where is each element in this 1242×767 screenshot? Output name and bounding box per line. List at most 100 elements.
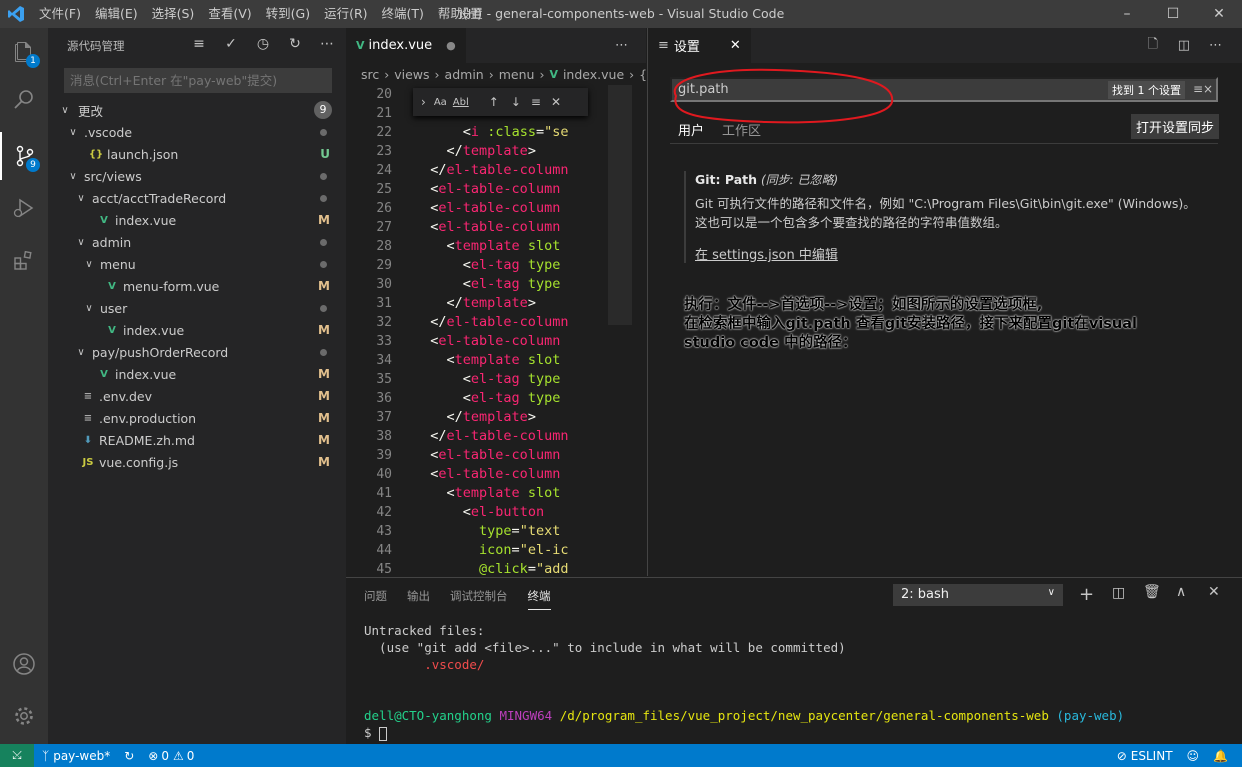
close-find-icon[interactable]: ✕ <box>551 95 561 109</box>
menu-selection[interactable]: 选择(S) <box>145 0 202 28</box>
unsaved-dot-icon[interactable]: ● <box>446 39 456 52</box>
tree-item[interactable]: ∨ menu <box>48 253 346 275</box>
terminal-line-untracked: .vscode/ <box>364 657 485 672</box>
eslint-status[interactable]: ESLINT <box>1131 749 1173 763</box>
tree-item[interactable]: ⬇ README.zh.md M <box>48 429 346 451</box>
tree-item[interactable]: ∨ user <box>48 297 346 319</box>
tree-item[interactable]: ∨ admin <box>48 231 346 253</box>
explorer-icon[interactable]: 1 <box>0 28 48 76</box>
tree-item[interactable]: Vindex.vue M <box>48 209 346 231</box>
tree-item[interactable]: Vindex.vue M <box>48 363 346 385</box>
tree-item[interactable]: ∨ .vscode <box>48 121 346 143</box>
breadcrumb-admin[interactable]: admin <box>445 67 484 82</box>
warning-icon[interactable]: ⚠ <box>173 749 184 763</box>
env-file-icon: ≡ <box>83 390 93 402</box>
tab-output[interactable]: 输出 <box>407 588 430 610</box>
tree-item[interactable]: ∨ pay/pushOrderRecord <box>48 341 346 363</box>
tree-item[interactable]: {} launch.json U <box>48 143 346 165</box>
tab-problems[interactable]: 问题 <box>364 588 387 610</box>
menu-edit[interactable]: 编辑(E) <box>88 0 145 28</box>
menu-file[interactable]: 文件(F) <box>32 0 88 28</box>
whole-word-button[interactable]: Abl <box>453 97 469 108</box>
maximize-panel-icon[interactable]: ∧ <box>1176 584 1186 600</box>
warning-count[interactable]: 0 <box>187 749 195 763</box>
code-content[interactable]: <i :class="se </template> </el-table-col… <box>414 85 599 579</box>
run-debug-icon[interactable] <box>0 184 48 232</box>
open-settings-json-icon[interactable]: 🗋 <box>1148 35 1158 57</box>
commit-message-input[interactable] <box>64 68 332 93</box>
split-terminal-icon[interactable]: ◫ <box>1112 585 1125 601</box>
chevron-down-icon: ∨ <box>1047 587 1055 598</box>
branch-name[interactable]: pay-web* <box>53 749 110 763</box>
menu-help[interactable]: 帮助(H) <box>431 0 489 28</box>
tree-item[interactable]: Vmenu-form.vue M <box>48 275 346 297</box>
vue-file-icon: V <box>356 39 365 52</box>
previous-match-icon[interactable]: ↑ <box>489 95 499 109</box>
tree-item[interactable]: ≡ .env.production M <box>48 407 346 429</box>
search-icon[interactable] <box>0 76 48 124</box>
tree-item[interactable]: ∨ acct/acctTradeRecord <box>48 187 346 209</box>
close-panel-icon[interactable]: ✕ <box>1208 584 1220 600</box>
commit-check-icon[interactable]: ✓ <box>222 36 240 52</box>
menu-view[interactable]: 查看(V) <box>201 0 258 28</box>
breadcrumb-views[interactable]: views <box>394 67 429 82</box>
maximize-icon[interactable]: ☐ <box>1150 0 1196 28</box>
edit-in-settings-json-link[interactable]: 在 settings.json 中编辑 <box>695 244 1204 263</box>
split-editor-icon[interactable]: ◫ <box>1178 38 1190 53</box>
editor-more-icon[interactable]: ⋯ <box>615 38 628 53</box>
changes-group[interactable]: ∨ 更改 9 <box>48 99 346 121</box>
more-actions-icon[interactable]: ⋯ <box>318 36 336 52</box>
line-number: 23 <box>376 144 392 159</box>
remote-indicator-icon[interactable]: ⤩ <box>0 744 34 767</box>
terminal-output[interactable]: Untracked files: (use "git add <file>...… <box>364 622 1124 741</box>
new-terminal-icon[interactable]: + <box>1079 584 1094 605</box>
trash-icon[interactable]: 🗑 <box>1143 584 1161 600</box>
feedback-icon[interactable]: ☺ <box>1187 749 1200 763</box>
source-control-icon[interactable]: 9 <box>0 132 48 180</box>
sync-icon[interactable]: ↻ <box>124 749 134 763</box>
clear-filter-icon[interactable]: ≡× <box>1193 82 1213 96</box>
open-settings-sync-button[interactable]: 打开设置同步 <box>1131 114 1220 139</box>
tree-item-label: vue.config.js <box>99 454 179 470</box>
menu-run[interactable]: 运行(R) <box>317 0 374 28</box>
tree-item[interactable]: ≡ .env.dev M <box>48 385 346 407</box>
tab-workspace-settings[interactable]: 工作区 <box>722 120 761 144</box>
menu-terminal[interactable]: 终端(T) <box>375 0 431 28</box>
minimap[interactable] <box>608 85 632 325</box>
terminal-select[interactable]: 2: bash ∨ <box>893 584 1063 606</box>
chevron-right-icon[interactable]: › <box>421 95 426 109</box>
find-in-selection-icon[interactable]: ≡ <box>531 95 541 109</box>
tab-index-vue[interactable]: V index.vue ● <box>346 28 466 63</box>
tree-item[interactable]: ∨ src/views <box>48 165 346 187</box>
divider <box>670 143 1218 144</box>
found-count-badge: 找到 1 个设置 <box>1108 81 1185 99</box>
breadcrumb-file[interactable]: index.vue <box>563 67 624 82</box>
editor-more-icon[interactable]: ⋯ <box>1209 38 1222 53</box>
tree-item[interactable]: JS vue.config.js M <box>48 451 346 473</box>
breadcrumb-menu[interactable]: menu <box>499 67 535 82</box>
settings-gear-icon[interactable] <box>0 692 48 740</box>
history-icon[interactable]: ◷ <box>254 36 272 52</box>
view-as-list-icon[interactable]: ≡ <box>190 36 208 52</box>
extensions-icon[interactable] <box>0 236 48 284</box>
error-icon[interactable]: ⊗ <box>148 749 158 763</box>
tab-terminal[interactable]: 终端 <box>527 588 551 610</box>
match-case-button[interactable]: Aa <box>434 97 447 108</box>
tree-item[interactable]: Vindex.vue M <box>48 319 346 341</box>
minimize-icon[interactable]: – <box>1104 0 1150 28</box>
notifications-bell-icon[interactable]: 🔔 <box>1213 749 1228 763</box>
close-window-icon[interactable]: ✕ <box>1196 0 1242 28</box>
next-match-icon[interactable]: ↓ <box>511 95 521 109</box>
breadcrumb-src[interactable]: src <box>361 67 379 82</box>
refresh-icon[interactable]: ↻ <box>286 36 304 52</box>
eslint-disabled-icon: ⊘ <box>1116 748 1127 763</box>
tab-debug-console[interactable]: 调试控制台 <box>450 588 508 610</box>
problem-count[interactable]: 0 <box>161 749 169 763</box>
account-icon[interactable] <box>0 640 48 688</box>
tab-user-settings[interactable]: 用户 <box>678 120 705 144</box>
line-number: 32 <box>376 315 392 330</box>
close-tab-icon[interactable]: ✕ <box>730 38 741 53</box>
tree-item-label: pay/pushOrderRecord <box>92 344 229 360</box>
tab-label: index.vue <box>368 38 433 53</box>
menu-go[interactable]: 转到(G) <box>259 0 317 28</box>
